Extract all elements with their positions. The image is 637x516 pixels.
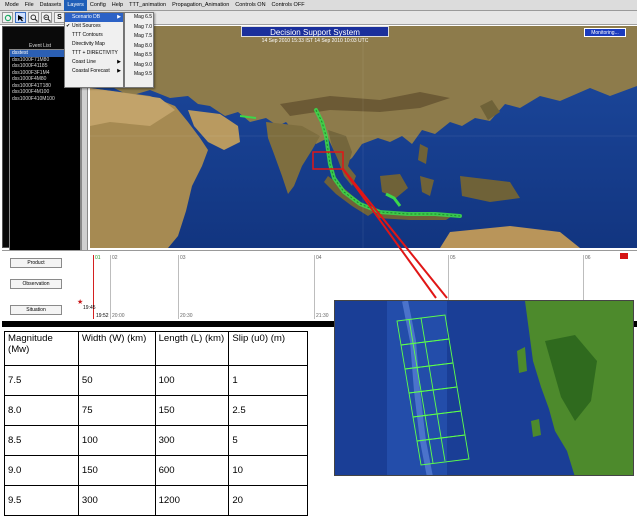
- event-time-label: 19:45: [83, 305, 96, 311]
- layers-dropdown-menu: Scenario DB ▶ ✔ Unit Sources TTT Contour…: [64, 12, 124, 88]
- table-cell: 100: [77, 425, 156, 456]
- situation-button[interactable]: Situation: [10, 305, 62, 315]
- table-row: 9.0 150 600 10: [4, 455, 308, 486]
- timeline-gridline: [110, 255, 111, 319]
- menu-item-scenario-db[interactable]: Scenario DB ▶: [65, 13, 123, 22]
- menu-item-mag-9-0[interactable]: Mag 9.0: [125, 61, 153, 71]
- world-map[interactable]: [90, 26, 637, 248]
- menu-mode[interactable]: Mode: [2, 0, 22, 11]
- menu-item-label: Coastal Forecast: [72, 68, 110, 74]
- menu-item-directivity-map[interactable]: Directivity Map: [65, 40, 123, 49]
- table-cell: 5: [228, 425, 308, 456]
- table-row: 9.5 300 1200 20: [4, 485, 308, 516]
- product-button[interactable]: Product: [10, 258, 62, 268]
- menu-datasets[interactable]: Datasets: [37, 0, 65, 11]
- table-row: 8.0 75 150 2.5: [4, 395, 308, 426]
- timeline-time-label: 21:30: [316, 313, 329, 319]
- timeline-marker-label: 04: [316, 255, 322, 261]
- observation-button[interactable]: Observation: [10, 279, 62, 289]
- menu-item-mag-8-0[interactable]: Mag 8.0: [125, 42, 153, 52]
- table-cell: 300: [77, 485, 156, 516]
- table-cell: 9.0: [4, 455, 79, 486]
- dss-title-banner: Decision Support System: [241, 26, 389, 37]
- table-cell: 300: [154, 425, 230, 456]
- timeline-marker-label: 03: [180, 255, 186, 261]
- table-cell: 1: [228, 365, 308, 396]
- column-header: Magnitude (Mw): [4, 331, 79, 366]
- menu-item-mag-9-5[interactable]: Mag 9.5: [125, 70, 153, 80]
- table-cell: 100: [154, 365, 230, 396]
- table-header-row: Magnitude (Mw) Width (W) (km) Length (L)…: [4, 331, 308, 366]
- zoom-inset-map: [334, 300, 634, 476]
- menu-item-label: TTT + DIRECTIVITY: [72, 50, 118, 56]
- menu-item-label: Scenario DB: [72, 14, 101, 20]
- menu-item-coastal-forecast[interactable]: Coastal Forecast ▶: [65, 67, 123, 76]
- timeline-time-label: 19:52: [96, 313, 109, 319]
- table-cell: 50: [77, 365, 156, 396]
- timeline-marker-label: 01: [95, 255, 101, 261]
- menu-ttt-animation[interactable]: TTT_animation: [126, 0, 169, 11]
- dss-time-readout: 14 Sep 2010 15:33 IST 14 Sep 2010 10:03 …: [261, 38, 369, 44]
- menu-item-label: Directivity Map: [72, 41, 105, 47]
- column-header: Width (W) (km): [77, 331, 156, 366]
- column-header: Slip (u0) (m): [228, 331, 308, 366]
- timeline-marker-label: 06: [585, 255, 591, 261]
- menu-item-mag-8-5[interactable]: Mag 8.5: [125, 51, 153, 61]
- table-cell: 8.5: [4, 425, 79, 456]
- zoom-out-icon[interactable]: [41, 12, 52, 23]
- table-cell: 150: [154, 395, 230, 426]
- table-row: 8.5 100 300 5: [4, 425, 308, 456]
- timeline-gridline: [314, 255, 315, 319]
- scenario-submenu: Mag 6.5 Mag 7.0 Mag 7.5 Mag 8.0 Mag 8.5 …: [124, 12, 154, 88]
- table-cell: 7.5: [4, 365, 79, 396]
- menu-item-mag-7-5[interactable]: Mag 7.5: [125, 32, 153, 42]
- menu-item-ttt-contours[interactable]: TTT Contours: [65, 31, 123, 40]
- menu-controls-off[interactable]: Controls OFF: [269, 0, 308, 11]
- timeline-time-label: 20:30: [180, 313, 193, 319]
- refresh-icon[interactable]: [2, 12, 13, 23]
- zoom-in-icon[interactable]: [28, 12, 39, 23]
- fault-parameter-table: Magnitude (Mw) Width (W) (km) Length (L)…: [4, 331, 308, 516]
- menu-item-unit-sources[interactable]: ✔ Unit Sources: [65, 22, 123, 31]
- monitoring-button[interactable]: Monitoring...: [584, 28, 626, 37]
- event-list-scrollbar[interactable]: [81, 69, 88, 273]
- menu-help[interactable]: Help: [109, 0, 126, 11]
- menu-layers[interactable]: Layers: [64, 0, 87, 11]
- table-cell: 1200: [154, 485, 230, 516]
- menu-controls-on[interactable]: Controls ON: [232, 0, 268, 11]
- menu-bar: Mode File Datasets Layers Config Help TT…: [0, 0, 637, 11]
- menu-item-label: Unit Sources: [72, 23, 101, 29]
- timeline-time-label: 20:00: [112, 313, 125, 319]
- menu-item-label: Coast Line: [72, 59, 96, 65]
- table-cell: 8.0: [4, 395, 79, 426]
- select-tool-icon[interactable]: [15, 12, 26, 23]
- timeline-marker-label: 02: [112, 255, 118, 261]
- table-row: 7.5 50 100 1: [4, 365, 308, 396]
- table-cell: 75: [77, 395, 156, 426]
- table-cell: 600: [154, 455, 230, 486]
- menu-config[interactable]: Config: [87, 0, 109, 11]
- checkmark-icon: ✔: [66, 23, 71, 29]
- menu-item-mag-7-0[interactable]: Mag 7.0: [125, 23, 153, 33]
- timeline-gridline: [178, 255, 179, 319]
- menu-item-ttt-directivity[interactable]: TTT + DIRECTIVITY: [65, 49, 123, 58]
- column-header: Length (L) (km): [154, 331, 230, 366]
- timeline-marker-label: 05: [450, 255, 456, 261]
- table-cell: 20: [228, 485, 308, 516]
- menu-item-label: TTT Contours: [72, 32, 103, 38]
- submenu-arrow-icon: ▶: [117, 59, 121, 65]
- menu-propagation-animation[interactable]: Propagation_Animation: [169, 0, 232, 11]
- menu-file[interactable]: File: [22, 0, 37, 11]
- timeline-alert-indicator: [620, 253, 628, 259]
- menu-item-coast-line[interactable]: Coast Line ▶: [65, 58, 123, 67]
- table-cell: 150: [77, 455, 156, 486]
- table-cell: 2.5: [228, 395, 308, 426]
- event-list-item[interactable]: dss1000F410M100: [10, 96, 80, 103]
- table-cell: 10: [228, 455, 308, 486]
- table-cell: 9.5: [4, 485, 79, 516]
- submenu-arrow-icon: ▶: [117, 14, 121, 20]
- submenu-arrow-icon: ▶: [117, 68, 121, 74]
- menu-item-mag-6-5[interactable]: Mag 6.5: [125, 13, 153, 23]
